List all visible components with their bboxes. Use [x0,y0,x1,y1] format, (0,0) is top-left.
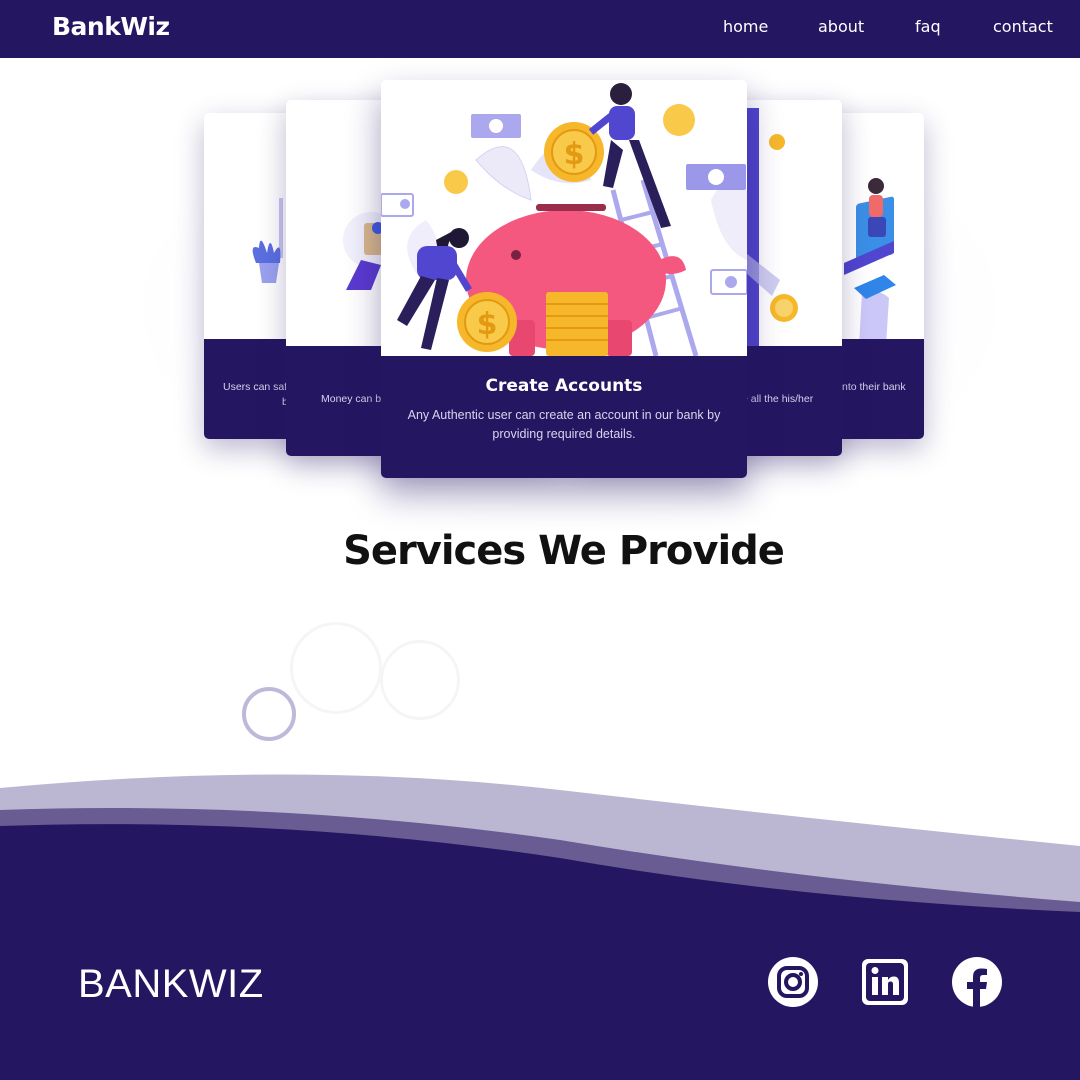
card-description: Any Authentic user can create an account… [407,408,721,441]
card-caption-text: Money can b [321,393,382,405]
card-illustration: $ $ [381,80,747,356]
nav-about[interactable]: about [818,17,864,36]
nav-home[interactable]: home [723,17,768,36]
svg-text:$: $ [477,307,498,342]
service-card-create-accounts[interactable]: $ $ Create Accounts Any Authentic user c… [381,80,747,478]
svg-text:$: $ [564,137,585,172]
card-caption: Create Accounts Any Authentic user can c… [381,356,747,478]
linkedin-icon[interactable] [860,957,910,1007]
decorative-circle [242,687,296,741]
navbar: BankWiz home about faq contact [0,0,1080,58]
footer-brand: BANKWIZ [78,962,264,1006]
facebook-icon[interactable] [952,957,1002,1007]
nav-contact[interactable]: contact [993,17,1053,36]
decorative-circle [290,622,382,714]
card-caption-text: nto their bank [842,381,906,393]
services-carousel: Users can saf b nto their bank Money can… [0,58,1080,528]
nav-faq[interactable]: faq [915,17,941,36]
decorative-circle [380,640,460,720]
brand-logo[interactable]: BankWiz [52,12,170,41]
instagram-icon[interactable] [768,957,818,1007]
card-title: Create Accounts [485,376,643,396]
card-caption-text: e all the his/her [742,393,814,405]
piggy-bank-illustration: $ $ [381,83,747,356]
services-heading: Services We Provide [343,528,785,574]
card-caption-text: Users can saf [223,381,288,393]
footer-wave [0,774,1080,930]
